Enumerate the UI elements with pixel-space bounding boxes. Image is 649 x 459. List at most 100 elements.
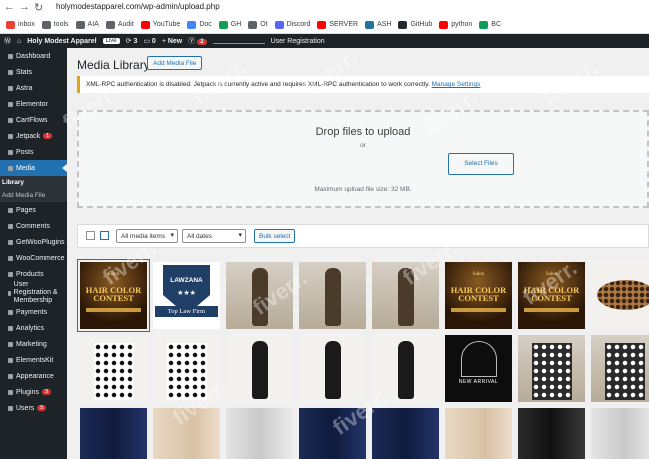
media-thumb-hair-contest[interactable]: Salon HAIR COLOR CONTEST xyxy=(518,262,585,329)
bookmark-youtube[interactable]: YouTube xyxy=(140,20,180,29)
bookmark-github[interactable]: GitHub xyxy=(398,20,432,29)
bookmark-label: Audit xyxy=(117,21,134,28)
media-thumb-beige-skirt[interactable] xyxy=(445,408,512,459)
sidebar-item-dashboard[interactable]: Dashboard xyxy=(0,48,67,64)
bookmark-bc[interactable]: BC xyxy=(479,20,501,29)
sidebar-subitem-add-media-file[interactable]: Add Media File xyxy=(0,189,67,202)
list-view-icon[interactable] xyxy=(86,231,95,240)
sidebar-item-label: GetWooPlugins xyxy=(16,238,65,246)
bookmark-audit[interactable]: Audit xyxy=(105,20,134,29)
sidebar-item-analytics[interactable]: Analytics xyxy=(0,320,67,336)
sidebar-item-label: Marketing xyxy=(16,340,47,348)
bookmark-python[interactable]: python xyxy=(439,20,472,29)
media-thumb-dress-model[interactable] xyxy=(372,335,439,402)
bookmark-inbox[interactable]: inbox xyxy=(6,20,35,29)
select-files-button[interactable]: Select Files xyxy=(448,153,514,175)
media-thumb-beige-skirt[interactable] xyxy=(153,408,220,459)
sidebar-item-media[interactable]: Media xyxy=(0,160,67,176)
sidebar-item-pages[interactable]: Pages xyxy=(0,202,67,218)
media-thumb-navy-skirt[interactable] xyxy=(372,408,439,459)
media-thumb-polka-skirt[interactable] xyxy=(80,335,147,402)
sidebar-item-elementskit[interactable]: ElementsKit xyxy=(0,352,67,368)
bookmark-ot[interactable]: Ot xyxy=(248,20,268,29)
sidebar-item-getwooplugins[interactable]: GetWooPlugins xyxy=(0,234,67,250)
sidebar-item-user-registration-membership[interactable]: User Registration & Membership xyxy=(0,281,67,304)
model-figure xyxy=(398,341,414,399)
media-thumb-polka-dress[interactable] xyxy=(518,335,585,402)
sidebar-item-astra[interactable]: Astra xyxy=(0,80,67,96)
bookmark-gh[interactable]: GH xyxy=(218,20,241,29)
gmail-icon xyxy=(6,20,15,29)
comments-icon[interactable]: ▭ 0 xyxy=(143,37,155,45)
media-thumb-hair-contest[interactable]: Salon HAIR COLOR CONTEST xyxy=(445,262,512,329)
sidebar-item-products[interactable]: Products xyxy=(0,266,67,282)
home-icon[interactable]: ⌂ xyxy=(17,38,21,45)
sidebar-item-appearance[interactable]: Appearance xyxy=(0,368,67,384)
media-thumb-white-skirt[interactable] xyxy=(226,408,293,459)
sidebar-item-cartflows[interactable]: CartFlows xyxy=(0,112,67,128)
media-thumb-law-firm[interactable]: LAWZANA ★★★ Top Law Firm xyxy=(153,262,220,329)
sidebar-item-elementor[interactable]: Elementor xyxy=(0,96,67,112)
sidebar-item-plugins[interactable]: Plugins 3 xyxy=(0,384,67,400)
polka-skirt-image xyxy=(167,343,207,400)
sidebar-item-comments[interactable]: Comments xyxy=(0,218,67,234)
sidebar-item-users[interactable]: Users 5 xyxy=(0,400,67,416)
media-type-filter[interactable]: All media items xyxy=(116,229,178,243)
upload-dropzone[interactable]: Drop files to upload or Select Files Max… xyxy=(77,110,649,208)
sidebar-subitem-library[interactable]: Library xyxy=(0,176,67,189)
bookmark-aia[interactable]: AIA xyxy=(75,20,99,29)
media-thumb-dress-model[interactable] xyxy=(299,335,366,402)
bulk-select-button[interactable]: Bulk select xyxy=(254,229,296,243)
media-thumb-polka-dress[interactable] xyxy=(591,335,649,402)
media-thumb-black-skirt[interactable] xyxy=(518,408,585,459)
hair-contest-title: HAIR COLOR CONTEST xyxy=(450,285,507,303)
bookmark-tools[interactable]: tools xyxy=(41,20,69,29)
grid-view-icon[interactable] xyxy=(100,231,109,240)
user-registration-link[interactable]: User Registration xyxy=(271,38,325,45)
sidebar-item-jetpack[interactable]: Jetpack 1 xyxy=(0,128,67,144)
media-thumb-dress-photo[interactable] xyxy=(299,262,366,329)
sidebar-item-stats[interactable]: Stats xyxy=(0,64,67,80)
sidebar-item-label: Media xyxy=(16,164,36,172)
media-thumb-hat[interactable] xyxy=(591,262,649,329)
date-filter[interactable]: All dates xyxy=(182,229,246,243)
media-thumb-dress-photo[interactable] xyxy=(226,262,293,329)
stats-icon xyxy=(8,69,13,75)
bookmark-ash[interactable]: ASH xyxy=(365,20,391,29)
jetpack-notice: XML-RPC authentication is disabled. Jetp… xyxy=(77,76,649,93)
bookmark-label: Doc xyxy=(199,21,212,28)
notification-icon[interactable]: Ⓨ 2 xyxy=(188,36,207,46)
forward-icon[interactable]: → xyxy=(19,1,30,13)
sidebar-item-marketing[interactable]: Marketing xyxy=(0,336,67,352)
back-icon[interactable]: ← xyxy=(4,1,15,13)
model-figure xyxy=(252,268,268,326)
sidebar-item-woocommerce[interactable]: WooCommerce xyxy=(0,250,67,266)
media-thumb-polka-skirt[interactable] xyxy=(153,335,220,402)
elementor-icon xyxy=(8,101,13,107)
bookmark-server[interactable]: SERVER xyxy=(317,20,358,29)
sidebar-item-label: Elementor xyxy=(16,100,48,108)
media-thumb-white-skirt[interactable] xyxy=(591,408,649,459)
site-name-link[interactable]: Holy Modest Apparel xyxy=(27,38,96,45)
new-content-button[interactable]: + New xyxy=(162,38,182,45)
reload-icon[interactable]: ↻ xyxy=(34,1,43,14)
bookmark-doc[interactable]: Doc xyxy=(187,20,212,29)
manage-settings-link[interactable]: Manage Settings xyxy=(432,81,481,88)
media-thumb-navy-skirt[interactable] xyxy=(299,408,366,459)
folder-icon xyxy=(41,20,51,29)
bookmark-discord[interactable]: Discord xyxy=(274,20,310,29)
add-media-file-button[interactable]: Add Media File xyxy=(147,56,203,70)
media-thumb-new-arrival[interactable]: NEW ARRIVAL xyxy=(445,335,512,402)
hair-salon-text: Salon xyxy=(472,272,485,277)
hair-strip xyxy=(524,308,579,312)
media-thumb-hair-contest[interactable]: Salon HAIR COLOR CONTEST xyxy=(77,259,150,332)
wordpress-icon[interactable]: Ⓦ xyxy=(4,36,11,46)
media-thumb-dress-photo[interactable] xyxy=(372,262,439,329)
sidebar-item-posts[interactable]: Posts xyxy=(0,144,67,160)
updates-icon[interactable]: ⟳ 3 xyxy=(126,37,138,45)
admin-bar-divider xyxy=(212,38,265,44)
media-thumb-dress-model[interactable] xyxy=(226,335,293,402)
media-thumb-navy-skirt[interactable] xyxy=(80,408,147,459)
address-bar[interactable]: holymodestapparel.com/wp-admin/upload.ph… xyxy=(56,2,220,11)
sidebar-item-payments[interactable]: Payments xyxy=(0,304,67,320)
